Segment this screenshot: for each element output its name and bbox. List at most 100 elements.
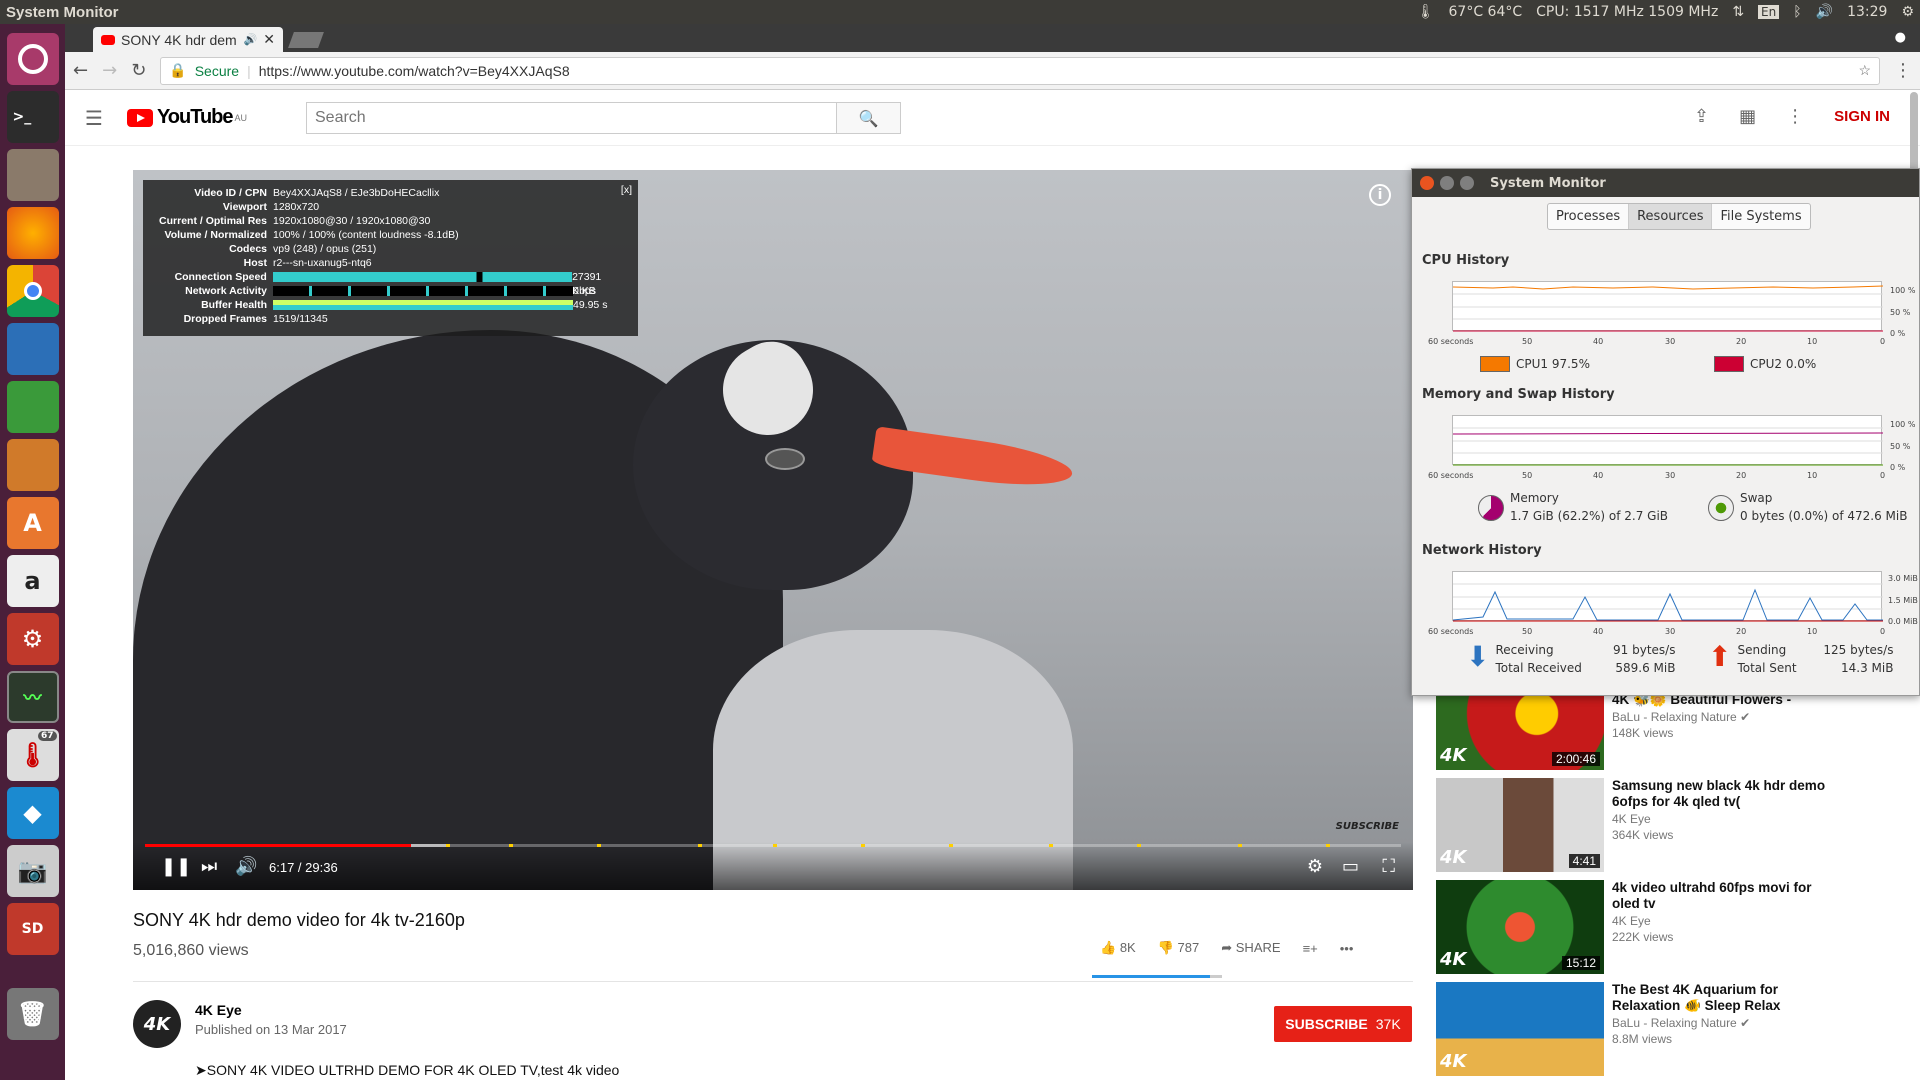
memory-pie-icon[interactable] <box>1478 495 1504 521</box>
video-player[interactable]: [x] Video ID / CPN Bey4XXJAqS8 / EJe3bDoH… <box>133 170 1413 890</box>
recommendation-channel[interactable]: 4K Eye <box>1612 914 1832 928</box>
info-icon[interactable]: i <box>1369 184 1391 206</box>
theater-mode-icon[interactable]: ▭ <box>1342 856 1359 877</box>
back-icon[interactable]: ← <box>73 60 88 81</box>
y-axis-label: 100 % <box>1890 286 1916 295</box>
cpu1-legend: CPU1 97.5% <box>1480 356 1590 372</box>
tab-resources[interactable]: Resources <box>1629 204 1713 229</box>
more-actions-icon[interactable]: ••• <box>1340 941 1354 956</box>
swap-pie-icon[interactable] <box>1708 495 1734 521</box>
window-titlebar[interactable]: System Monitor <box>1412 169 1919 197</box>
upload-icon[interactable]: ⇪ <box>1694 106 1709 127</box>
dislike-button[interactable]: 👎 787 <box>1158 940 1200 956</box>
bluetooth-icon[interactable]: ᛒ <box>1793 4 1801 20</box>
apps-grid-icon[interactable]: ▦ <box>1739 106 1756 127</box>
cpu2-color-swatch[interactable] <box>1714 356 1744 372</box>
volume-icon[interactable]: 🔊 <box>235 856 257 877</box>
reload-icon[interactable]: ↻ <box>131 60 146 81</box>
maximize-window-icon[interactable] <box>1460 176 1474 190</box>
system-monitor-icon[interactable]: 〰 <box>6 671 59 723</box>
close-window-icon[interactable] <box>1420 176 1434 190</box>
video-thumbnail[interactable]: 4K 4:41 <box>1436 778 1604 872</box>
fullscreen-icon[interactable]: ⛶ <box>1382 856 1395 877</box>
search-button[interactable]: 🔍 <box>837 102 901 134</box>
recommendation-item[interactable]: 4K 15:12 4k video ultrahd 60fps movi for… <box>1436 880 1876 980</box>
progress-bar[interactable] <box>145 844 1401 847</box>
url-text[interactable]: https://www.youtube.com/watch?v=Bey4XXJA… <box>259 63 570 79</box>
tab-processes[interactable]: Processes <box>1548 204 1630 229</box>
cpu1-color-swatch[interactable] <box>1480 356 1510 372</box>
share-button[interactable]: ➦ SHARE <box>1221 940 1280 956</box>
recommendation-item[interactable]: 4K The Best 4K Aquarium for Relaxation 🐠… <box>1436 982 1876 1080</box>
settings-icon[interactable]: ⚙ <box>6 613 59 665</box>
search-input[interactable] <box>306 102 837 134</box>
x-axis-label: 60 seconds <box>1428 337 1474 346</box>
new-tab-button[interactable] <box>288 32 324 48</box>
close-tab-icon[interactable]: ✕ <box>263 31 275 48</box>
add-to-playlist-icon[interactable]: ≡+ <box>1303 941 1318 956</box>
ubuntu-logo-icon[interactable] <box>6 33 59 85</box>
firefox-icon[interactable] <box>6 207 59 259</box>
gear-icon[interactable]: ⚙ <box>1901 4 1914 20</box>
stats-close-button[interactable]: [x] <box>621 184 632 196</box>
kodi-icon[interactable]: ◆ <box>6 787 59 839</box>
like-button[interactable]: 👍 8K <box>1100 940 1136 956</box>
software-center-icon[interactable]: A <box>6 497 59 549</box>
files-icon[interactable] <box>6 149 59 201</box>
amazon-icon[interactable]: a <box>6 555 59 607</box>
recommendation-title[interactable]: Samsung new black 4k hdr demo 6ofps for … <box>1612 778 1832 810</box>
subscribe-watermark[interactable]: SUBSCRIBE <box>1336 821 1399 832</box>
address-bar[interactable]: 🔒 Secure | https://www.youtube.com/watch… <box>160 56 1880 85</box>
x-axis-label: 10 <box>1807 627 1818 636</box>
upload-arrow-icon[interactable]: ⬆ <box>1708 643 1731 671</box>
hamburger-menu-icon[interactable]: ☰ <box>85 106 103 130</box>
recommendation-title[interactable]: 4k video ultrahd 60fps movi for oled tv <box>1612 880 1832 912</box>
stat-label: Volume / Normalized <box>164 229 268 241</box>
tab-file-systems[interactable]: File Systems <box>1712 204 1809 229</box>
recommendation-item[interactable]: 4K 4:41 Samsung new black 4k hdr demo 6o… <box>1436 778 1876 878</box>
speaker-icon[interactable]: 🔊 <box>244 33 258 46</box>
camera-icon[interactable]: 📷 <box>6 845 59 897</box>
chrome-menu-icon[interactable]: ⋮ <box>1894 60 1912 81</box>
youtube-logo[interactable]: YouTube AU <box>126 106 247 129</box>
stat-value: 49.95 s <box>573 299 608 311</box>
subscribe-button[interactable]: SUBSCRIBE 37K <box>1274 1006 1412 1042</box>
recommendation-channel[interactable]: BaLu - Relaxing Nature ✔ <box>1612 710 1832 724</box>
page-scrollbar[interactable] <box>1910 92 1918 172</box>
minimize-window-icon[interactable] <box>1440 176 1454 190</box>
sd-card-icon[interactable]: SD <box>6 903 59 955</box>
stat-value: Bey4XXJAqS8 / EJe3bDoHECacllix <box>273 187 440 199</box>
volume-icon[interactable]: 🔊 <box>1816 4 1833 20</box>
sign-in-button[interactable]: SIGN IN <box>1834 108 1890 125</box>
channel-avatar[interactable]: 4K <box>133 1000 181 1048</box>
tab-youtube[interactable]: SONY 4K hdr dem 🔊 ✕ <box>93 27 283 52</box>
video-thumbnail[interactable]: 4K 15:12 <box>1436 880 1604 974</box>
bookmark-star-icon[interactable]: ☆ <box>1858 62 1871 79</box>
chrome-icon[interactable] <box>6 265 59 317</box>
network-icon[interactable]: ⇅ <box>1732 4 1744 20</box>
stat-label: Buffer Health <box>201 299 267 311</box>
impress-icon[interactable] <box>6 439 59 491</box>
writer-icon[interactable] <box>6 323 59 375</box>
next-icon[interactable]: ⏭ <box>201 856 217 877</box>
trash-icon[interactable]: 🗑 <box>6 988 59 1040</box>
settings-icon[interactable]: ⚙ <box>1307 856 1323 877</box>
recommendation-channel[interactable]: BaLu - Relaxing Nature ✔ <box>1612 1016 1832 1030</box>
pause-icon[interactable]: ❚❚ <box>161 856 191 877</box>
video-thumbnail[interactable]: 4K <box>1436 982 1604 1076</box>
thermometer-icon[interactable]: 🌡 67 <box>6 729 59 781</box>
thermometer-icon[interactable]: 🌡 <box>1417 4 1435 20</box>
cpu-history-title: CPU History <box>1422 253 1510 268</box>
forward-icon[interactable]: → <box>102 60 117 81</box>
recommendation-title[interactable]: The Best 4K Aquarium for Relaxation 🐠 Sl… <box>1612 982 1832 1014</box>
recommendation-channel[interactable]: 4K Eye <box>1612 812 1832 826</box>
download-arrow-icon[interactable]: ⬇ <box>1466 643 1489 671</box>
profile-icon[interactable]: ● <box>1895 30 1906 45</box>
terminal-icon[interactable]: >_ <box>6 91 59 143</box>
recommendation-views: 222K views <box>1612 930 1674 944</box>
more-options-icon[interactable]: ⋮ <box>1786 106 1804 127</box>
keyboard-layout-indicator[interactable]: En <box>1758 5 1780 19</box>
calc-icon[interactable] <box>6 381 59 433</box>
clock[interactable]: 13:29 <box>1847 4 1887 20</box>
channel-name[interactable]: 4K Eye <box>195 1002 242 1018</box>
